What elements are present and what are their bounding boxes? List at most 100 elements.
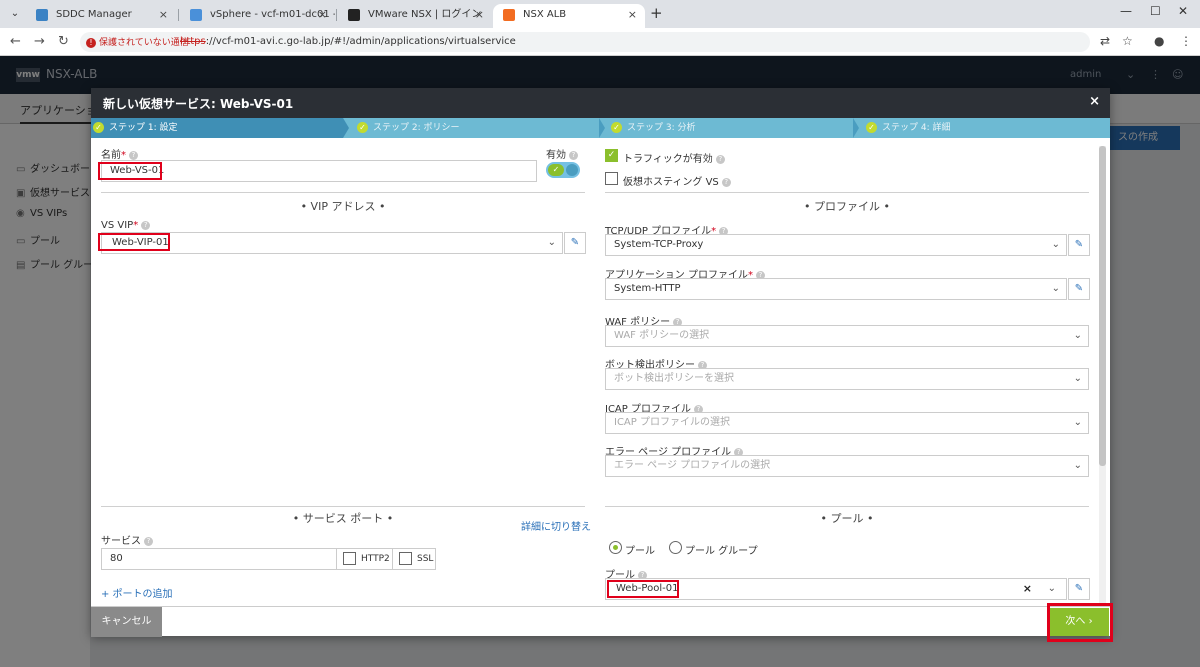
toggle-knob — [566, 164, 578, 176]
virtual-hosting-checkbox[interactable] — [605, 172, 618, 185]
wizard-steps: ✓ ステップ 1: 設定 ✓ ステップ 2: ポリシー ✓ ステップ 3: 分析 ✓ ス… — [91, 118, 1110, 138]
http2-label: HTTP2 — [361, 554, 390, 564]
help-icon[interactable]: ? — [141, 220, 151, 230]
security-warning[interactable]: ! 保護されていない通信 — [86, 35, 189, 48]
check-icon: ✓ — [866, 122, 877, 133]
close-icon[interactable]: × — [318, 4, 327, 26]
http2-checkbox[interactable] — [343, 552, 356, 565]
ssl-label: SSL — [417, 554, 434, 564]
help-icon[interactable]: ? — [721, 177, 731, 187]
security-label: 保護されていない通信 — [99, 38, 189, 48]
tab-vsphere[interactable]: vSphere - vcf-m01-dc01 - サマリ × — [180, 4, 335, 28]
tab-label: NSX ALB — [523, 9, 567, 20]
help-icon[interactable]: ? — [715, 154, 725, 164]
traffic-enabled-checkbox[interactable]: ✓ — [605, 149, 618, 162]
tcpudp-profile-select[interactable]: System-TCP-Proxy ⌄ — [605, 234, 1067, 256]
http2-option[interactable]: HTTP2 — [336, 548, 393, 570]
back-icon[interactable]: ← — [10, 34, 21, 49]
step-2-policies[interactable]: ✓ ステップ 2: ポリシー — [355, 118, 595, 138]
modal-title: 新しい仮想サービス: Web-VS-01 — [103, 97, 294, 111]
chevron-down-icon: ⌄ — [1047, 583, 1056, 594]
vsvip-label-text: VS VIP — [101, 220, 134, 231]
close-icon[interactable]: × — [475, 4, 484, 26]
help-icon[interactable]: ? — [144, 536, 153, 546]
minimize-icon[interactable]: — — [1120, 4, 1132, 18]
tab-label: VMware NSX | ログイン — [368, 9, 482, 20]
new-tab-button[interactable]: + — [650, 4, 663, 22]
help-icon[interactable]: ? — [569, 150, 578, 160]
profile-icon[interactable]: ● — [1154, 34, 1164, 48]
pool-radio-label: プール — [625, 546, 655, 557]
close-icon[interactable]: × — [628, 4, 637, 26]
vsvip-label: VS VIP*? — [101, 220, 151, 231]
chevron-down-icon: ⌄ — [1073, 330, 1082, 341]
tab-divider — [178, 9, 179, 21]
modal-body: 名前*? Web-VS-01 有効? ✓ • VIP アドレス • VS VIP… — [91, 138, 1110, 606]
app-profile-select[interactable]: System-HTTP ⌄ — [605, 278, 1067, 300]
url-scheme: https — [180, 36, 206, 47]
browser-tabbar: ⌄ SDDC Manager × vSphere - vcf-m01-dc01 … — [0, 0, 1200, 28]
advanced-toggle-link[interactable]: 詳細に切り替え — [521, 518, 591, 533]
close-window-icon[interactable]: ✕ — [1178, 4, 1188, 18]
bot-placeholder: ボット検出ポリシーを選択 — [614, 373, 734, 384]
add-port-link[interactable]: + ポートの追加 — [101, 585, 173, 600]
chevron-down-icon: ⌄ — [547, 237, 556, 248]
chevron-down-icon: ⌄ — [1051, 283, 1060, 294]
service-port-input[interactable]: 80 — [101, 548, 337, 570]
step-3-analytics[interactable]: ✓ ステップ 3: 分析 — [609, 118, 849, 138]
help-icon[interactable]: ? — [129, 150, 138, 160]
sddc-favicon-icon — [36, 9, 48, 21]
vsvip-select[interactable]: Web-VIP-01 ⌄ — [101, 232, 563, 254]
url-bar[interactable]: ! 保護されていない通信 https://vcf-m01-avi.c.go-lab… — [80, 32, 1090, 52]
url-path: ://vcf-m01-avi.c.go-lab.jp/#!/admin/appl… — [205, 36, 516, 47]
ssl-option[interactable]: SSL — [392, 548, 436, 570]
close-icon[interactable]: × — [159, 4, 168, 26]
scrollbar-thumb[interactable] — [1099, 146, 1106, 466]
step-divider — [343, 118, 349, 138]
section-divider — [605, 506, 1089, 507]
modal-scrollbar[interactable] — [1099, 146, 1106, 606]
next-highlight-box — [1047, 603, 1113, 642]
tab-vmware-nsx[interactable]: VMware NSX | ログイン × — [338, 4, 492, 28]
bot-policy-select[interactable]: ボット検出ポリシーを選択 ⌄ — [605, 368, 1089, 390]
edit-pencil-icon[interactable]: ✎ — [1068, 278, 1090, 300]
virtual-hosting-label: 仮想ホスティング VS? — [623, 173, 731, 188]
step-label: ステップ 4: 詳細 — [882, 123, 951, 133]
icap-profile-select[interactable]: ICAP プロファイルの選択 ⌄ — [605, 412, 1089, 434]
tab-nsx-alb[interactable]: NSX ALB × — [493, 4, 645, 28]
nsx-favicon-icon — [348, 9, 360, 21]
name-input[interactable]: Web-VS-01 — [101, 160, 537, 182]
app-profile-value: System-HTTP — [614, 283, 681, 294]
cancel-button[interactable]: キャンセル — [91, 607, 162, 637]
step-label: ステップ 1: 設定 — [109, 123, 178, 133]
step-1-settings[interactable]: ✓ ステップ 1: 設定 — [91, 118, 343, 138]
edit-pencil-icon[interactable]: ✎ — [1068, 234, 1090, 256]
enabled-toggle[interactable]: ✓ — [546, 162, 580, 178]
tab-search-icon[interactable]: ⌄ — [6, 5, 24, 23]
vip-address-section-title: • VIP アドレス • — [300, 200, 386, 213]
check-icon: ✓ — [548, 164, 564, 176]
maximize-icon[interactable]: ☐ — [1150, 4, 1161, 18]
tab-sddc-manager[interactable]: SDDC Manager × — [26, 4, 176, 28]
url-text: https://vcf-m01-avi.c.go-lab.jp/#!/admin… — [180, 36, 516, 47]
clear-icon[interactable]: × — [1023, 579, 1032, 599]
pool-radio[interactable] — [609, 541, 622, 554]
translate-icon[interactable]: ⇄ — [1100, 34, 1110, 48]
ssl-checkbox[interactable] — [399, 552, 412, 565]
error-page-profile-select[interactable]: エラー ページ プロファイルの選択 ⌄ — [605, 455, 1089, 477]
forward-icon[interactable]: → — [34, 34, 45, 49]
section-divider — [101, 192, 585, 193]
pool-group-radio[interactable] — [669, 541, 682, 554]
reload-icon[interactable]: ↻ — [58, 34, 69, 49]
close-icon[interactable]: × — [1089, 94, 1100, 109]
edit-pencil-icon[interactable]: ✎ — [564, 232, 586, 254]
bookmark-star-icon[interactable]: ☆ — [1122, 34, 1133, 48]
check-icon: ✓ — [93, 122, 104, 133]
step-4-advanced[interactable]: ✓ ステップ 4: 詳細 — [864, 118, 1104, 138]
browser-menu-icon[interactable]: ⋮ — [1180, 34, 1192, 48]
step-label: ステップ 2: ポリシー — [373, 123, 460, 133]
vsphere-favicon-icon — [190, 9, 202, 21]
edit-pencil-icon[interactable]: ✎ — [1068, 578, 1090, 600]
waf-policy-select[interactable]: WAF ポリシーの選択 ⌄ — [605, 325, 1089, 347]
modal-footer: キャンセル 次へ › — [91, 606, 1110, 637]
